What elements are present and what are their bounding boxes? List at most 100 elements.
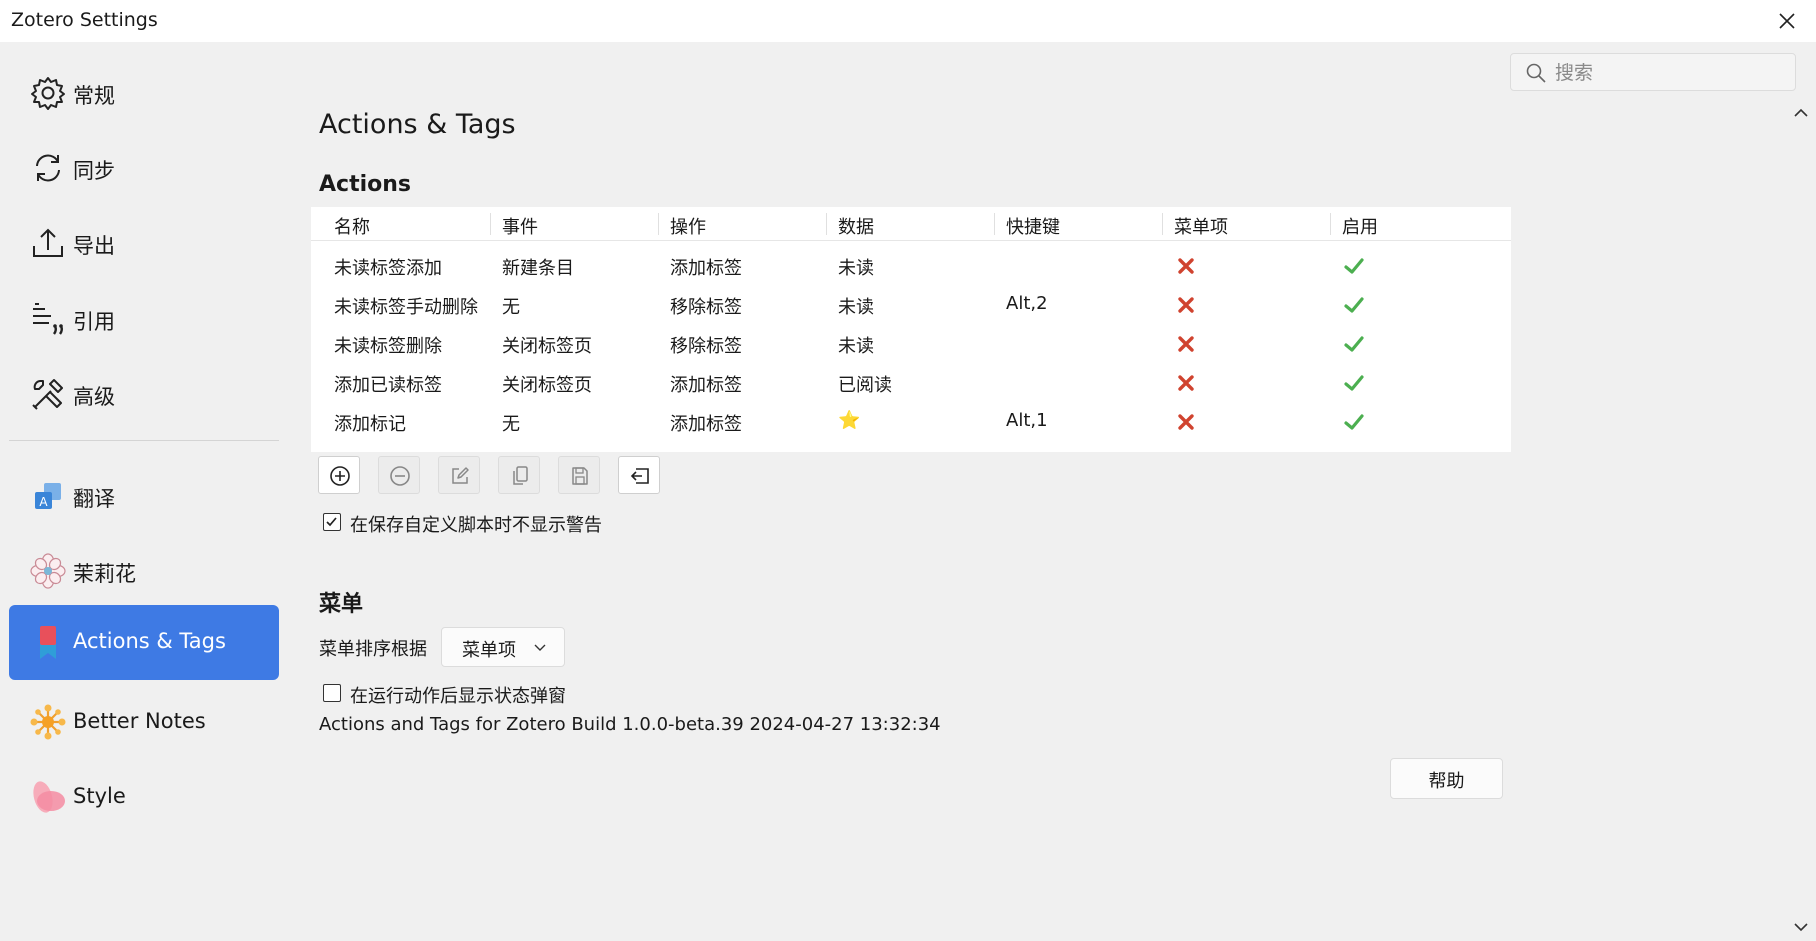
- remove-action-button[interactable]: [378, 456, 420, 494]
- column-divider[interactable]: [826, 213, 827, 235]
- menu-heading: 菜单: [319, 592, 364, 617]
- cell-data: 未读: [838, 258, 874, 279]
- sidebar-item-translate[interactable]: A 翻译: [9, 459, 279, 534]
- chevron-down-icon: [534, 644, 546, 651]
- sidebar-item-label: 高级: [73, 385, 115, 409]
- cell-operation: 移除标签: [670, 336, 742, 357]
- column-header-enabled[interactable]: 启用: [1342, 213, 1378, 239]
- svg-text:A: A: [39, 495, 48, 509]
- column-divider[interactable]: [994, 213, 995, 235]
- cell-name: 添加标记: [334, 414, 406, 435]
- sidebar-item-actions-tags[interactable]: Actions & Tags: [9, 605, 279, 680]
- cell-name: 未读标签手动删除: [334, 297, 478, 318]
- suppress-warning-label[interactable]: 在保存自定义脚本时不显示警告: [350, 511, 602, 537]
- cite-icon: [33, 303, 63, 335]
- cross-icon: [1178, 375, 1194, 391]
- table-row[interactable]: 添加标记 无 添加标签 ⭐ Alt,1: [311, 402, 1511, 441]
- cell-name: 添加已读标签: [334, 375, 442, 396]
- sidebar-item-label: 导出: [73, 234, 115, 258]
- better-notes-icon: [30, 704, 66, 740]
- build-info: Actions and Tags for Zotero Build 1.0.0-…: [319, 714, 941, 735]
- column-header-menu[interactable]: 菜单项: [1174, 213, 1228, 239]
- cross-icon: [1178, 297, 1194, 313]
- show-popup-label[interactable]: 在运行动作后显示状态弹窗: [350, 682, 566, 708]
- scroll-up-icon[interactable]: [1792, 104, 1810, 122]
- check-icon: [1344, 336, 1364, 352]
- cell-name: 未读标签添加: [334, 258, 442, 279]
- sidebar-item-label: 翻译: [73, 487, 115, 511]
- sidebar-item-cite[interactable]: 引用: [9, 282, 279, 357]
- sidebar-item-export[interactable]: 导出: [9, 206, 279, 281]
- sidebar-divider: [9, 440, 279, 441]
- sidebar: 常规 同步 导出 引用 高级 A 翻译 茉莉花 Actions & Tags B…: [0, 42, 290, 941]
- remove-icon: [390, 466, 410, 486]
- cell-event: 关闭标签页: [502, 336, 592, 357]
- sidebar-item-better-notes[interactable]: Better Notes: [9, 685, 279, 760]
- sidebar-item-label: Better Notes: [73, 709, 206, 733]
- column-divider[interactable]: [658, 213, 659, 235]
- edit-action-button[interactable]: [438, 456, 480, 494]
- save-icon: [572, 467, 588, 485]
- column-header-operation[interactable]: 操作: [670, 213, 706, 239]
- scroll-down-icon[interactable]: [1792, 918, 1810, 936]
- save-action-button[interactable]: [558, 456, 600, 494]
- cell-operation: 添加标签: [670, 258, 742, 279]
- sidebar-item-general[interactable]: 常规: [9, 56, 279, 131]
- title-bar: Zotero Settings: [0, 0, 1816, 42]
- column-header-shortcut[interactable]: 快捷键: [1006, 213, 1060, 239]
- search-icon: [1526, 63, 1546, 83]
- cell-shortcut: Alt,2: [1006, 293, 1048, 314]
- search-input[interactable]: [1553, 58, 1787, 88]
- help-button[interactable]: 帮助: [1390, 758, 1503, 799]
- gear-icon: [31, 77, 65, 110]
- cross-icon: [1178, 258, 1194, 274]
- check-icon: [1344, 375, 1364, 391]
- page-title: Actions & Tags: [319, 109, 516, 140]
- column-header-data[interactable]: 数据: [838, 213, 874, 239]
- cell-event: 无: [502, 297, 520, 318]
- table-row[interactable]: 未读标签添加 新建条目 添加标签 未读: [311, 246, 1511, 285]
- cell-shortcut: Alt,1: [1006, 410, 1048, 431]
- sidebar-item-jasmine[interactable]: 茉莉花: [9, 534, 279, 609]
- suppress-warning-checkbox[interactable]: [323, 513, 341, 531]
- column-divider[interactable]: [1162, 213, 1163, 235]
- cell-operation: 添加标签: [670, 375, 742, 396]
- sidebar-item-style[interactable]: Style: [9, 760, 279, 835]
- style-petal-icon: [33, 781, 65, 813]
- menu-sort-select[interactable]: 菜单项: [441, 627, 565, 667]
- sidebar-item-advanced[interactable]: 高级: [9, 357, 279, 432]
- column-header-event[interactable]: 事件: [502, 213, 538, 239]
- cell-data: 未读: [838, 336, 874, 357]
- table-row[interactable]: 未读标签手动删除 无 移除标签 未读 Alt,2: [311, 285, 1511, 324]
- check-icon: [1344, 297, 1364, 313]
- column-divider[interactable]: [490, 213, 491, 235]
- table-header: 名称 事件 操作 数据 快捷键 菜单项 启用: [311, 207, 1511, 241]
- table-row[interactable]: 未读标签删除 关闭标签页 移除标签 未读: [311, 324, 1511, 363]
- translate-icon: A: [35, 483, 61, 509]
- menu-sort-value: 菜单项: [462, 640, 516, 661]
- sidebar-item-label: 常规: [73, 84, 115, 108]
- cross-icon: [1178, 336, 1194, 352]
- jasmine-flower-icon: [30, 553, 66, 589]
- add-action-button[interactable]: [318, 456, 360, 494]
- search-box[interactable]: [1510, 53, 1796, 91]
- actions-table[interactable]: 名称 事件 操作 数据 快捷键 菜单项 启用 未读标签添加 新建条目 添加标签 …: [311, 207, 1511, 452]
- export-icon: [33, 228, 63, 257]
- menu-sort-label: 菜单排序根据: [319, 639, 427, 660]
- help-button-label: 帮助: [1428, 771, 1465, 792]
- sidebar-item-label: Style: [73, 784, 126, 808]
- column-divider[interactable]: [1330, 213, 1331, 235]
- show-popup-checkbox[interactable]: [323, 684, 341, 702]
- bookmark-tag-icon: [40, 626, 56, 659]
- duplicate-action-button[interactable]: [498, 456, 540, 494]
- import-action-button[interactable]: [618, 456, 660, 494]
- table-row[interactable]: 添加已读标签 关闭标签页 添加标签 已阅读: [311, 363, 1511, 402]
- cell-data: 已阅读: [838, 375, 892, 396]
- column-header-name[interactable]: 名称: [334, 213, 370, 239]
- cell-operation: 移除标签: [670, 297, 742, 318]
- cell-event: 无: [502, 414, 520, 435]
- close-icon[interactable]: [1772, 6, 1802, 36]
- add-icon: [330, 466, 350, 486]
- sidebar-item-sync[interactable]: 同步: [9, 131, 279, 206]
- sidebar-item-label: 引用: [73, 310, 115, 334]
